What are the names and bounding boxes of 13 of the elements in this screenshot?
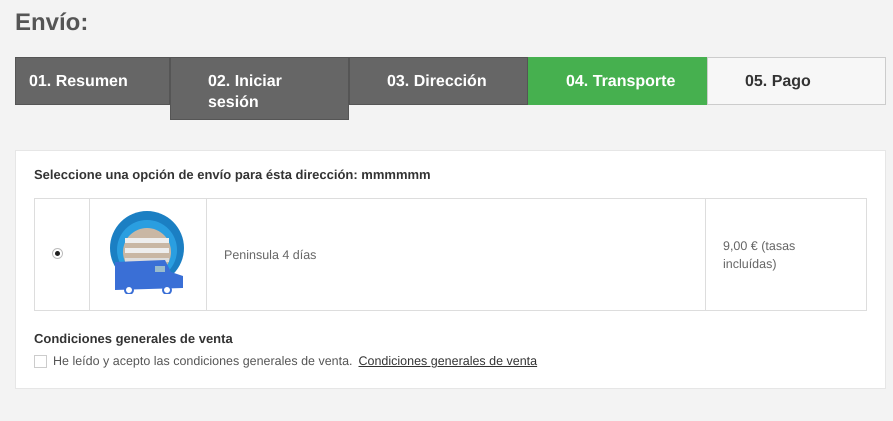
shipping-price: 9,00 € (tasas incluídas)	[723, 238, 796, 270]
checkout-step[interactable]: 01. Resumen	[15, 57, 170, 105]
section-heading: Condiciones generales de venta	[34, 331, 234, 346]
section-heading: Seleccione una opción de envío para ésta dirección: mmmmmm	[34, 167, 432, 182]
checkout-step[interactable]: 05. Pago	[707, 57, 886, 105]
terms-checkbox[interactable]	[34, 354, 47, 368]
terms-text: He leído y acepto las condiciones generales de venta.	[53, 354, 352, 368]
terms-link[interactable]: Condiciones generales de venta	[358, 354, 538, 368]
radio-button[interactable]	[52, 248, 63, 258]
checkout-step[interactable]: 03. Dirección	[349, 57, 528, 105]
carrier-name: Peninsula 4 días	[224, 248, 316, 262]
page-title: Envío:	[15, 8, 90, 38]
checkout-step[interactable]: 02. Iniciar sesión	[170, 57, 349, 120]
